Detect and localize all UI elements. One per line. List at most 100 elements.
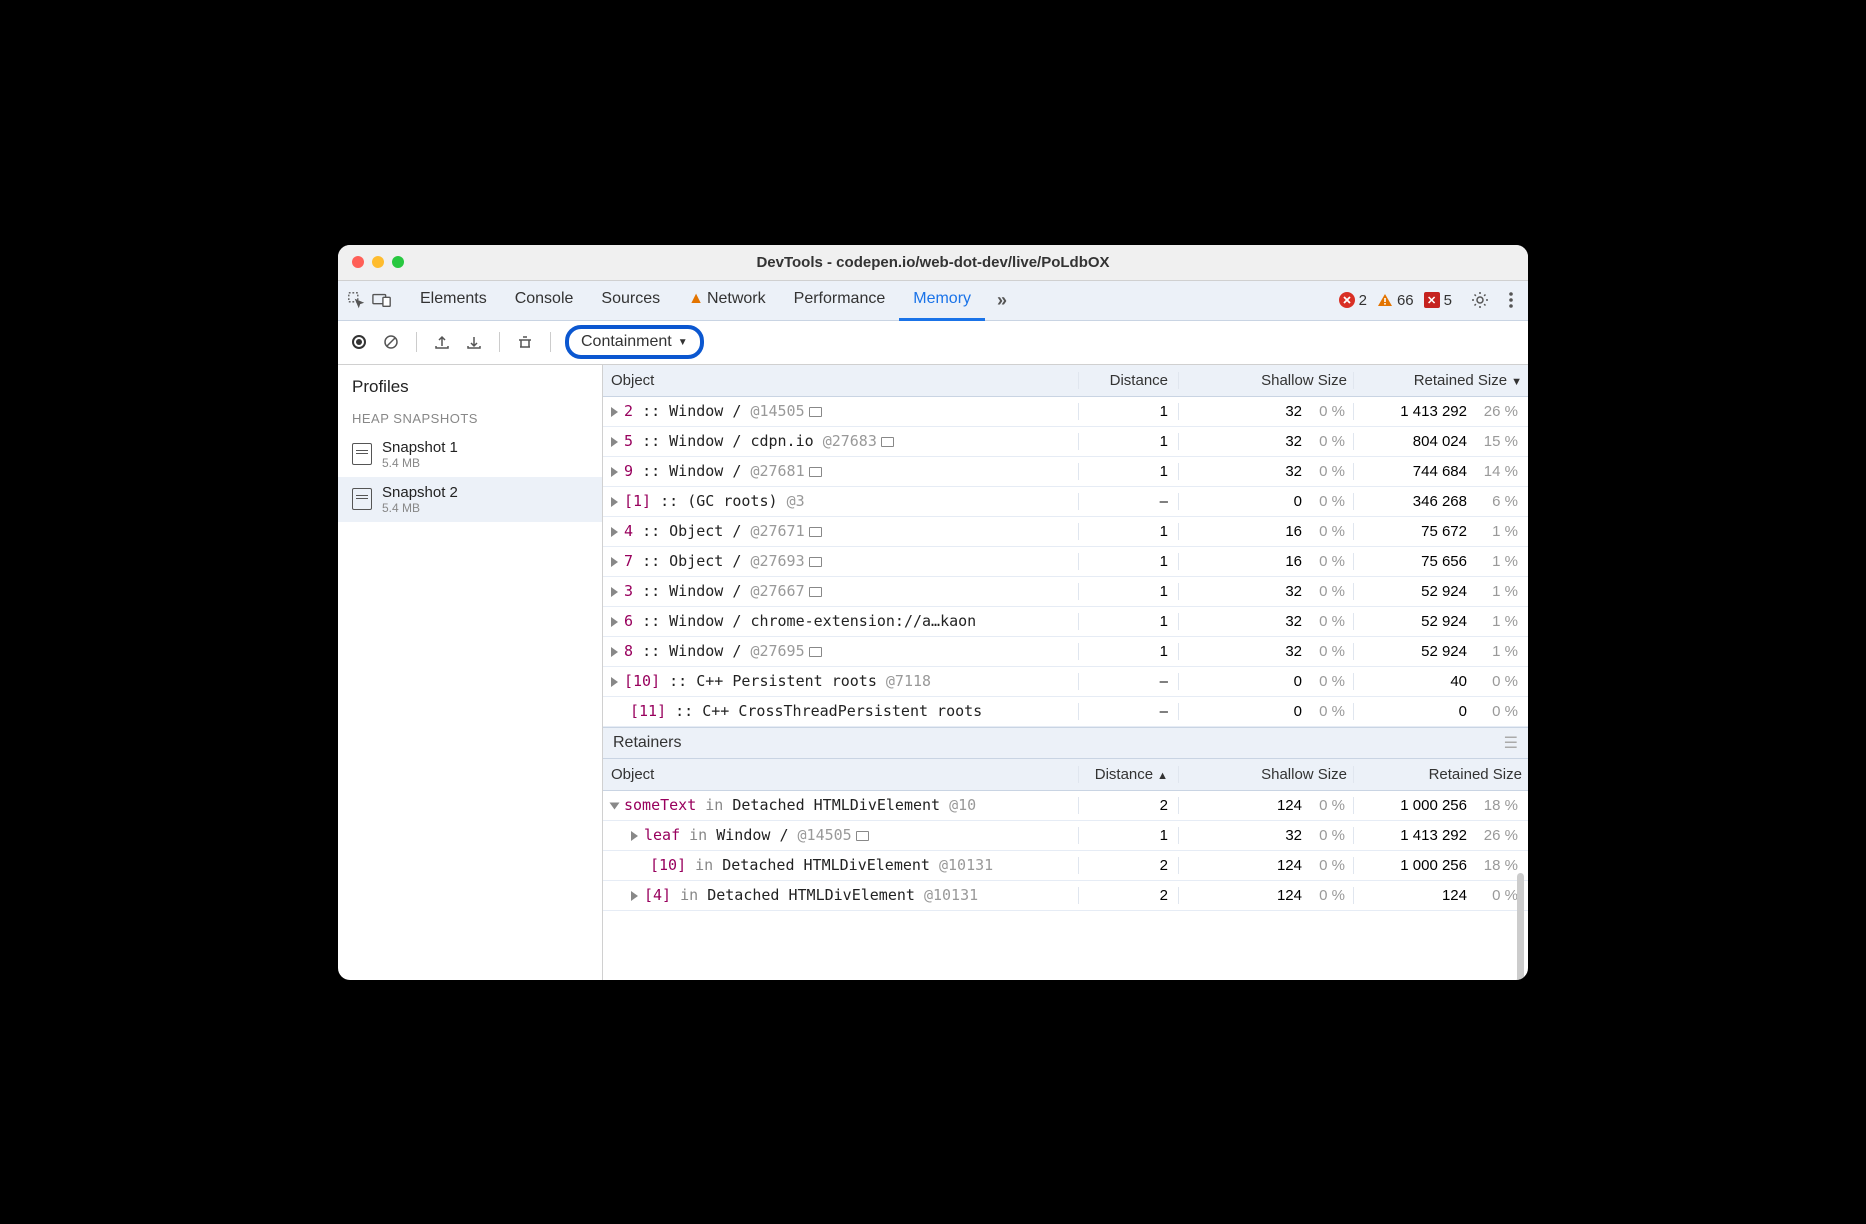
expand-icon[interactable]: [611, 557, 618, 567]
sidebar-title: Profiles: [338, 365, 602, 405]
col-object-header[interactable]: Object: [603, 369, 1078, 392]
settings-button[interactable]: [1464, 290, 1496, 310]
more-tabs-button[interactable]: »: [991, 290, 1013, 311]
blocked-count[interactable]: ✕ 5: [1424, 292, 1452, 309]
col-distance-header[interactable]: Distance: [1078, 372, 1178, 389]
warning-icon: ▲: [688, 290, 704, 307]
warning-icon: [1377, 292, 1393, 308]
retainer-row[interactable]: [10] in Detached HTMLDivElement @10131 2…: [603, 851, 1528, 881]
scrollbar[interactable]: [1517, 873, 1524, 980]
tab-network[interactable]: ▲Network: [674, 280, 780, 321]
retainers-title-label: Retainers: [613, 734, 681, 752]
tab-label: Console: [515, 290, 574, 307]
snapshot-size: 5.4 MB: [382, 456, 458, 470]
warning-count-value: 66: [1397, 292, 1414, 309]
tab-label: Memory: [913, 290, 971, 307]
expand-icon[interactable]: [611, 647, 618, 657]
panel-tabstrip: ElementsConsoleSources▲NetworkPerformanc…: [338, 281, 1528, 321]
blocked-count-value: 5: [1444, 292, 1452, 309]
object-row[interactable]: 2 :: Window / @14505 1 320 % 1 413 29226…: [603, 397, 1528, 427]
record-button[interactable]: [348, 331, 370, 353]
view-dropdown-label: Containment: [581, 333, 672, 351]
tab-label: Performance: [794, 290, 886, 307]
window-icon: [856, 831, 869, 841]
inspect-icon[interactable]: [346, 290, 366, 310]
retainer-row[interactable]: [4] in Detached HTMLDivElement @10131 2 …: [603, 881, 1528, 911]
object-row[interactable]: 3 :: Window / @27667 1 320 % 52 9241 %: [603, 577, 1528, 607]
tab-label: Network: [707, 290, 766, 307]
object-row[interactable]: 7 :: Object / @27693 1 160 % 75 6561 %: [603, 547, 1528, 577]
expand-icon[interactable]: [611, 437, 618, 447]
expand-icon[interactable]: [611, 617, 618, 627]
save-button[interactable]: [463, 331, 485, 353]
object-row[interactable]: 6 :: Window / chrome-extension://a…kaon …: [603, 607, 1528, 637]
chevron-down-icon: ▼: [678, 337, 688, 348]
load-button[interactable]: [431, 331, 453, 353]
object-row[interactable]: 4 :: Object / @27671 1 160 % 75 6721 %: [603, 517, 1528, 547]
snapshot-name: Snapshot 1: [382, 439, 458, 456]
tab-elements[interactable]: Elements: [406, 280, 501, 321]
object-row[interactable]: [11] :: C++ CrossThreadPersistent roots …: [603, 697, 1528, 727]
object-row[interactable]: 9 :: Window / @27681 1 320 % 744 68414 %: [603, 457, 1528, 487]
sidebar-section-heading: HEAP SNAPSHOTS: [338, 405, 602, 432]
expand-icon[interactable]: [611, 497, 618, 507]
issue-counts: 2 66 ✕ 5: [1339, 292, 1452, 309]
col-retained-header[interactable]: Retained Size▼: [1353, 372, 1528, 389]
view-dropdown[interactable]: Containment ▼: [565, 325, 704, 359]
col-distance-header[interactable]: Distance▲: [1078, 766, 1178, 783]
object-row[interactable]: 8 :: Window / @27695 1 320 % 52 9241 %: [603, 637, 1528, 667]
sort-desc-icon: ▼: [1511, 376, 1522, 388]
clear-button[interactable]: [380, 331, 402, 353]
retainer-row[interactable]: leaf in Window / @14505 1 320 % 1 413 29…: [603, 821, 1528, 851]
panel-tabs: ElementsConsoleSources▲NetworkPerformanc…: [406, 280, 985, 321]
retainers-header: Object Distance▲ Shallow Size Retained S…: [603, 759, 1528, 791]
separator: [550, 332, 551, 352]
object-row[interactable]: 5 :: Window / cdpn.io @27683 1 320 % 804…: [603, 427, 1528, 457]
expand-icon[interactable]: [611, 527, 618, 537]
window-icon: [809, 647, 822, 657]
retainers-menu-button[interactable]: ☰: [1504, 733, 1518, 753]
more-menu-button[interactable]: [1502, 291, 1520, 309]
snapshot-size: 5.4 MB: [382, 501, 458, 515]
tab-performance[interactable]: Performance: [780, 280, 900, 321]
expand-icon[interactable]: [611, 467, 618, 477]
expand-icon[interactable]: [631, 891, 638, 901]
snapshot-item[interactable]: Snapshot 2 5.4 MB: [338, 477, 602, 522]
expand-icon[interactable]: [631, 831, 638, 841]
col-shallow-header[interactable]: Shallow Size: [1178, 766, 1353, 783]
window-icon: [809, 527, 822, 537]
retainers-rows: someText in Detached HTMLDivElement @10 …: [603, 791, 1528, 911]
device-toggle-icon[interactable]: [372, 290, 392, 310]
retainers-title: Retainers ☰: [603, 727, 1528, 759]
retainer-row[interactable]: someText in Detached HTMLDivElement @10 …: [603, 791, 1528, 821]
expand-icon[interactable]: [611, 587, 618, 597]
titlebar: DevTools - codepen.io/web-dot-dev/live/P…: [338, 245, 1528, 281]
object-row[interactable]: [10] :: C++ Persistent roots @7118 – 00 …: [603, 667, 1528, 697]
snapshot-item[interactable]: Snapshot 1 5.4 MB: [338, 432, 602, 477]
col-retained-header[interactable]: Retained Size: [1353, 766, 1528, 783]
memory-toolbar: Containment ▼: [338, 321, 1528, 365]
expand-icon[interactable]: [611, 407, 618, 417]
tab-label: Elements: [420, 290, 487, 307]
tab-memory[interactable]: Memory: [899, 280, 985, 321]
sort-asc-icon: ▲: [1157, 770, 1168, 782]
warning-count[interactable]: 66: [1377, 292, 1414, 309]
collapse-icon[interactable]: [610, 802, 620, 809]
objects-rows: 2 :: Window / @14505 1 320 % 1 413 29226…: [603, 397, 1528, 727]
error-count-value: 2: [1359, 292, 1367, 309]
collect-garbage-button[interactable]: [514, 331, 536, 353]
tab-console[interactable]: Console: [501, 280, 588, 321]
window-icon: [881, 437, 894, 447]
expand-icon[interactable]: [611, 677, 618, 687]
snapshot-name: Snapshot 2: [382, 484, 458, 501]
panel-body: Profiles HEAP SNAPSHOTS Snapshot 1 5.4 M…: [338, 365, 1528, 980]
objects-header: Object Distance Shallow Size Retained Si…: [603, 365, 1528, 397]
error-count[interactable]: 2: [1339, 292, 1367, 309]
col-object-header[interactable]: Object: [603, 763, 1078, 786]
tab-sources[interactable]: Sources: [587, 280, 674, 321]
separator: [499, 332, 500, 352]
col-shallow-header[interactable]: Shallow Size: [1178, 372, 1353, 389]
window-title: DevTools - codepen.io/web-dot-dev/live/P…: [338, 254, 1528, 271]
object-row[interactable]: [1] :: (GC roots) @3 – 00 % 346 2686 %: [603, 487, 1528, 517]
devtools-window: DevTools - codepen.io/web-dot-dev/live/P…: [338, 245, 1528, 980]
